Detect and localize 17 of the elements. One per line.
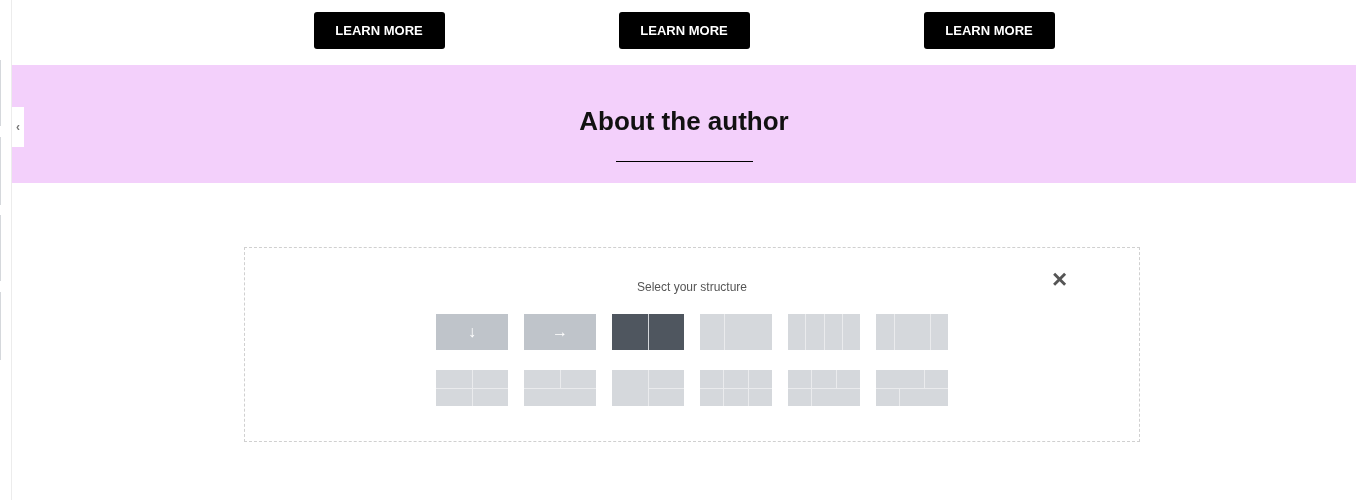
section-title: About the author bbox=[579, 106, 789, 136]
column-layout-option[interactable] bbox=[788, 370, 860, 406]
column-layout-option[interactable] bbox=[788, 314, 860, 350]
close-button[interactable]: × bbox=[994, 260, 1125, 297]
column-layout-option[interactable] bbox=[700, 370, 772, 406]
column-layout-option[interactable] bbox=[612, 370, 684, 406]
column-layout-option[interactable] bbox=[876, 314, 948, 350]
picker-title: Select your structure bbox=[636, 280, 747, 294]
learn-more-button[interactable]: LEARN MORE bbox=[618, 12, 750, 49]
column-layout-option[interactable] bbox=[700, 314, 772, 350]
collapse-toggle[interactable]: ‹ bbox=[12, 107, 24, 147]
learn-more-button[interactable]: LEARN MORE bbox=[313, 12, 445, 49]
column-layout-option[interactable] bbox=[612, 314, 684, 350]
column-layout-option[interactable] bbox=[524, 370, 596, 406]
learn-more-button[interactable]: LEARN MORE bbox=[923, 12, 1055, 49]
column-layout-option[interactable] bbox=[876, 370, 948, 406]
column-layout-option[interactable] bbox=[436, 370, 508, 406]
